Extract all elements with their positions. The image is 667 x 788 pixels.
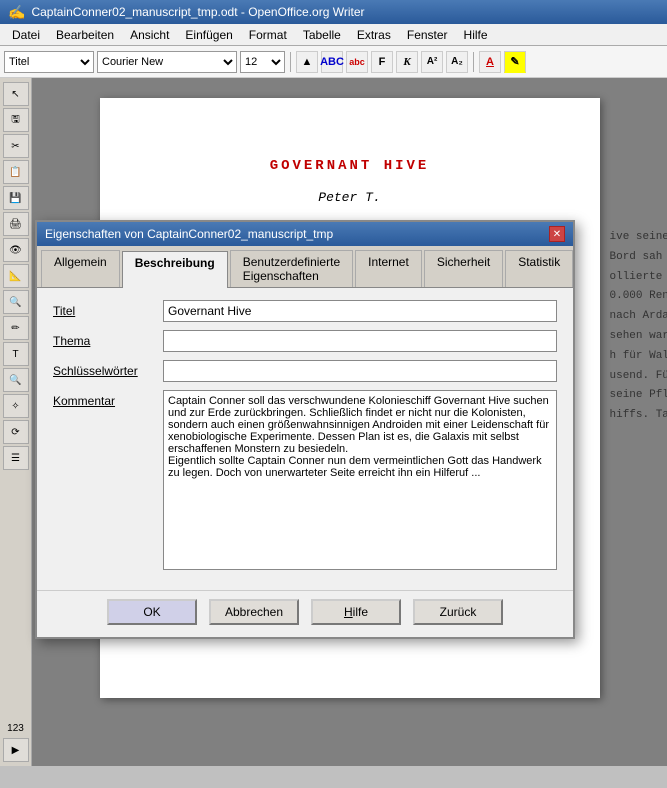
dialog-overlay: Eigenschaften von CaptainConner02_manusc… xyxy=(0,0,667,788)
help-label-rest: ilfe xyxy=(353,605,368,619)
tab-sicherheit[interactable]: Sicherheit xyxy=(424,250,503,287)
dialog-close-button[interactable]: ✕ xyxy=(549,226,565,242)
dialog-titlebar: Eigenschaften von CaptainConner02_manusc… xyxy=(37,222,573,246)
properties-dialog: Eigenschaften von CaptainConner02_manusc… xyxy=(35,220,575,639)
back-button[interactable]: Zurück xyxy=(413,599,503,625)
comment-textarea[interactable]: Captain Conner soll das verschwundene Ko… xyxy=(163,390,557,570)
tab-benutzerdefiniert[interactable]: Benutzerdefinierte Eigenschaften xyxy=(230,250,353,287)
tab-allgemein[interactable]: Allgemein xyxy=(41,250,120,287)
comment-label: Kommentar xyxy=(53,390,163,408)
title-label: Titel xyxy=(53,300,163,318)
dialog-tabs: Allgemein Beschreibung Benutzerdefiniert… xyxy=(37,246,573,288)
ok-button[interactable]: OK xyxy=(107,599,197,625)
cancel-button[interactable]: Abbrechen xyxy=(209,599,299,625)
tab-internet[interactable]: Internet xyxy=(355,250,422,287)
subject-input[interactable] xyxy=(163,330,557,352)
subject-row: Thema xyxy=(53,330,557,352)
help-button[interactable]: Hilfe xyxy=(311,599,401,625)
keywords-row: Schlüsselwörter xyxy=(53,360,557,382)
dialog-buttons: OK Abbrechen Hilfe Zurück xyxy=(37,590,573,637)
tab-beschreibung[interactable]: Beschreibung xyxy=(122,251,228,288)
dialog-body: Titel Thema Schlüsselwörter Kommentar Ca… xyxy=(37,288,573,590)
tab-statistik[interactable]: Statistik xyxy=(505,250,573,287)
comment-row: Kommentar Captain Conner soll das versch… xyxy=(53,390,557,570)
keywords-label: Schlüsselwörter xyxy=(53,360,163,378)
keywords-input[interactable] xyxy=(163,360,557,382)
subject-label: Thema xyxy=(53,330,163,348)
dialog-title: Eigenschaften von CaptainConner02_manusc… xyxy=(45,227,333,241)
title-row: Titel xyxy=(53,300,557,322)
title-input[interactable] xyxy=(163,300,557,322)
